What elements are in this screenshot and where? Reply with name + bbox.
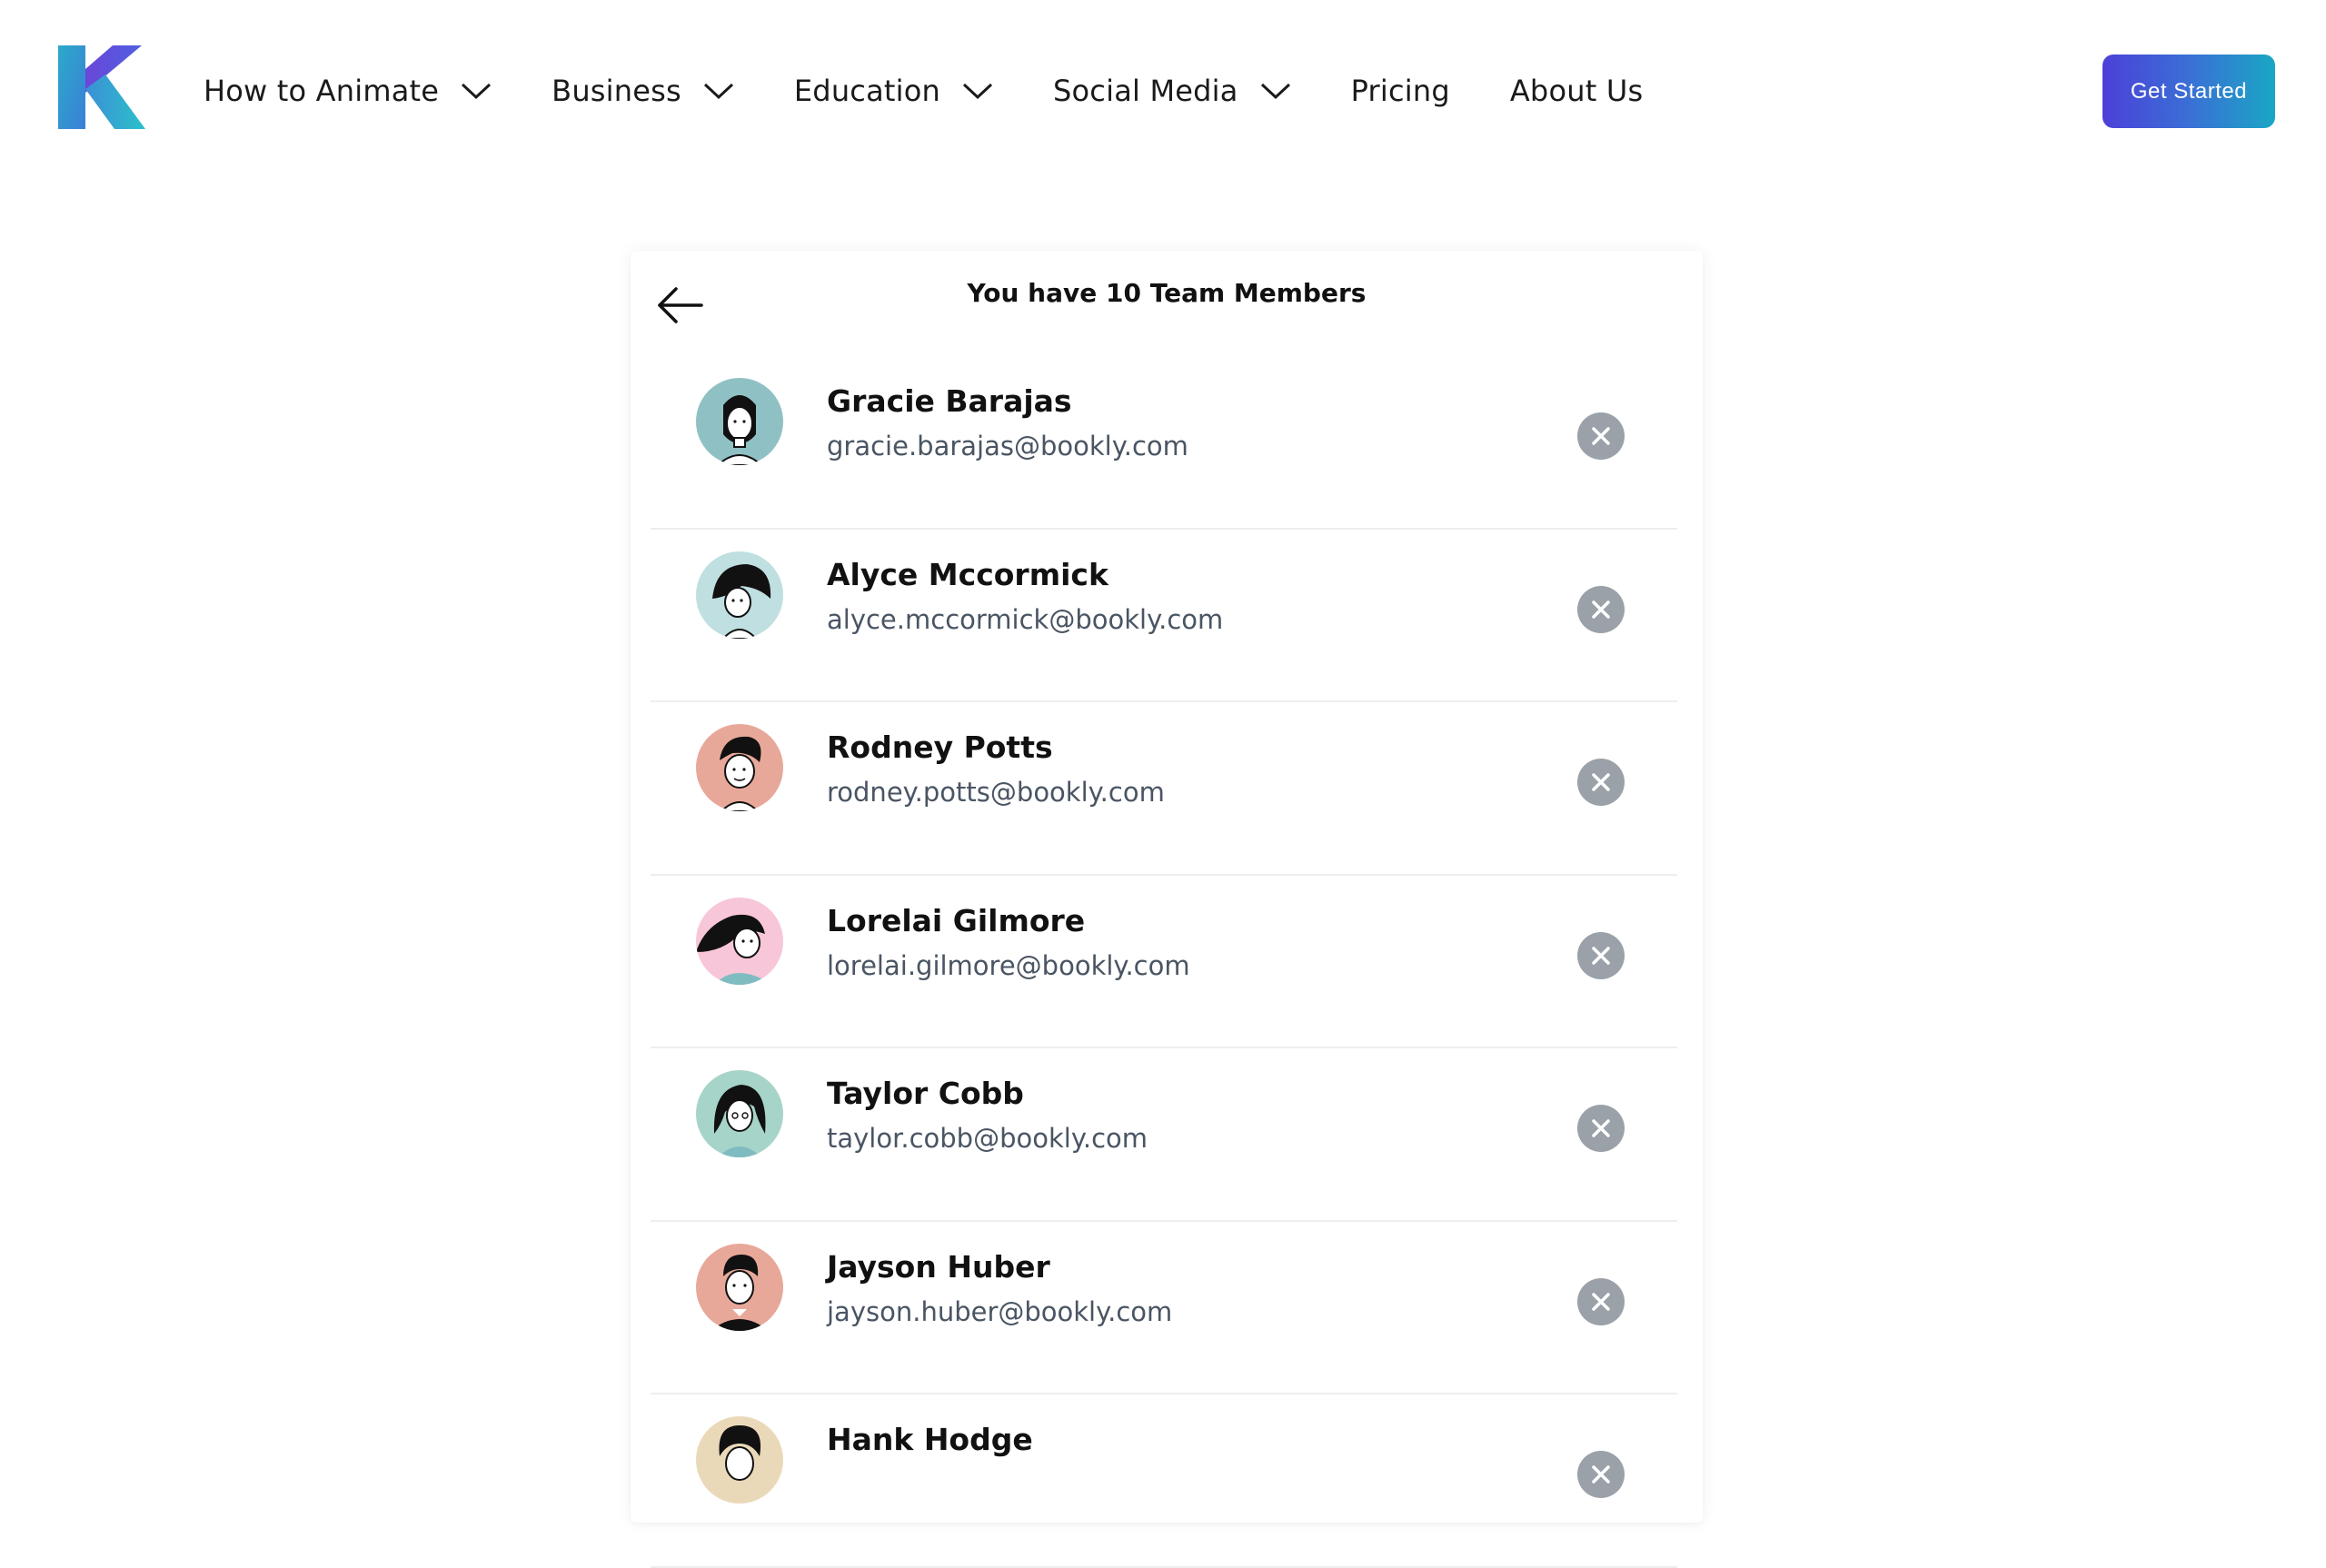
member-name: Alyce Mccormick [827,556,1108,592]
nav-label: Business [552,74,681,108]
nav-label: Education [793,74,941,108]
nav-pricing[interactable]: Pricing [1351,74,1450,108]
nav-label: About Us [1509,74,1644,108]
close-icon [1592,1465,1610,1484]
get-started-button[interactable]: Get Started [2102,55,2275,128]
team-member-list: Gracie Barajas gracie.barajas@bookly.com… [651,356,1677,1568]
team-member-row: Hank Hodge [651,1394,1677,1568]
member-email: jayson.huber@bookly.com [827,1295,1173,1327]
chevron-down-icon [703,83,733,100]
nav-business[interactable]: Business [552,74,734,108]
member-email: taylor.cobb@bookly.com [827,1123,1148,1154]
member-name: Gracie Barajas [827,383,1072,419]
close-icon [1592,773,1610,791]
nav-how-to-animate[interactable]: How to Animate [204,74,492,108]
k-logo-icon[interactable] [58,45,145,129]
avatar [696,1416,783,1503]
nav-label: How to Animate [204,74,440,108]
close-icon [1592,1119,1610,1137]
avatar [696,551,783,639]
nav-about-us[interactable]: About Us [1510,74,1643,108]
member-email: lorelai.gilmore@bookly.com [827,949,1190,981]
nav-label: Social Media [1053,74,1238,108]
member-name: Jayson Huber [827,1248,1050,1285]
nav-social-media[interactable]: Social Media [1053,74,1291,108]
remove-member-button[interactable] [1577,759,1625,806]
team-members-title: You have 10 Team Members [967,278,1367,308]
avatar [696,724,783,811]
nav-label: Pricing [1350,74,1450,108]
chevron-down-icon [462,83,492,100]
remove-member-button[interactable] [1577,1277,1625,1325]
team-member-row: Rodney Potts rodney.potts@bookly.com [651,702,1677,876]
team-member-row: Jayson Huber jayson.huber@bookly.com [651,1222,1677,1394]
remove-member-button[interactable] [1577,1451,1625,1498]
chevron-down-icon [962,83,993,100]
team-member-row: Lorelai Gilmore lorelai.gilmore@bookly.c… [651,876,1677,1048]
close-icon [1592,946,1610,965]
top-navigation-bar: How to Animate Business Education Social… [0,0,2326,182]
member-name: Rodney Potts [827,729,1053,765]
close-icon [1592,1292,1610,1311]
close-icon [1592,600,1610,619]
member-email: rodney.potts@bookly.com [827,777,1165,808]
member-name: Lorelai Gilmore [827,902,1086,938]
member-name: Taylor Cobb [827,1076,1024,1111]
avatar [696,1243,783,1331]
team-member-row: Taylor Cobb taylor.cobb@bookly.com [651,1048,1677,1222]
avatar [696,1070,783,1157]
close-icon [1592,427,1610,445]
chevron-down-icon [1260,83,1290,100]
nav-education[interactable]: Education [794,74,993,108]
remove-member-button[interactable] [1577,1105,1625,1152]
member-name: Hank Hodge [827,1422,1033,1457]
remove-member-button[interactable] [1577,412,1625,460]
member-email: alyce.mccormick@bookly.com [827,603,1224,635]
remove-member-button[interactable] [1577,585,1625,633]
member-email: gracie.barajas@bookly.com [827,431,1188,461]
main-nav: How to Animate Business Education Social… [204,64,1703,118]
avatar [696,378,783,465]
remove-member-button[interactable] [1577,931,1625,979]
avatar [696,897,783,985]
team-member-row: Alyce Mccormick alyce.mccormick@bookly.c… [651,530,1677,702]
team-members-card: You have 10 Team Members Gracie Barajas … [631,251,1703,1568]
team-member-row: Gracie Barajas gracie.barajas@bookly.com [651,356,1677,530]
